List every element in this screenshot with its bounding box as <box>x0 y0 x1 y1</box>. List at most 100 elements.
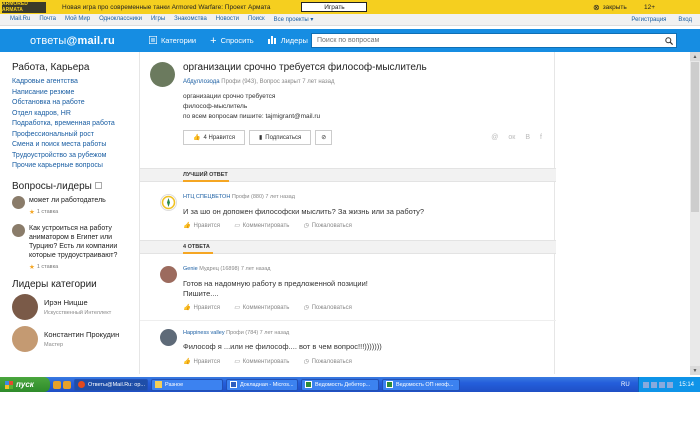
answer-author[interactable]: Happiness valley <box>183 330 225 336</box>
ad-text[interactable]: Новая игра про современные танки Armored… <box>62 4 270 11</box>
scroll-up-arrow-icon[interactable]: ▲ <box>690 52 700 61</box>
logo-prefix[interactable]: ответы <box>30 35 67 47</box>
subcategory-link[interactable]: Отдел кадров, HR <box>12 109 132 120</box>
subcategory-link[interactable]: Написание резюме <box>12 88 132 99</box>
subcategory-link[interactable]: Смена и поиск места работы <box>12 140 132 151</box>
subscribe-button[interactable]: ▮ Подписаться <box>248 130 312 145</box>
question-author[interactable]: Абдуллозода <box>183 79 220 85</box>
quick-launch-icon[interactable] <box>53 380 61 389</box>
task-label[interactable]: Ведомость Дебетор... <box>315 382 370 388</box>
topnav-link[interactable]: Одноклассники <box>99 16 142 23</box>
start-label[interactable]: пуск <box>16 380 34 389</box>
topnav-link[interactable]: Поиск <box>248 16 265 23</box>
category-leader[interactable]: Константин Прокудин Мастер <box>12 325 132 352</box>
tray-icon[interactable] <box>643 381 649 388</box>
clock[interactable]: 15:14 <box>679 382 694 388</box>
like-action-label[interactable]: Нравится <box>193 359 219 365</box>
language-indicator[interactable]: RU <box>621 382 630 388</box>
topnav-link[interactable]: Мой Мир <box>65 16 90 23</box>
ask-label[interactable]: Спросить <box>221 36 254 45</box>
topnav-link[interactable]: Новости <box>216 16 239 23</box>
leader-name[interactable]: Константин Прокудин <box>44 330 119 339</box>
topnav-link[interactable]: Игры <box>151 16 165 23</box>
comment-action[interactable]: ▭ Комментировать <box>234 222 290 230</box>
scroll-down-arrow-icon[interactable]: ▼ <box>690 366 700 375</box>
task-button-excel-2[interactable]: Ведомость ОП неоф... <box>382 378 460 391</box>
avatar[interactable] <box>160 194 177 211</box>
like-action[interactable]: 👍 Нравится <box>183 358 220 366</box>
like-action[interactable]: 👍 Нравится <box>183 222 220 230</box>
category-title[interactable]: Работа, Карьера <box>12 62 132 73</box>
task-label[interactable]: Разное <box>165 382 183 388</box>
task-button-word[interactable]: Докладная - Micros... <box>226 378 298 391</box>
leader-question-text[interactable]: может ли работодатель <box>29 196 106 205</box>
report-action[interactable]: ◷ Пожаловаться <box>303 304 352 312</box>
close-icon[interactable]: ⊗ <box>593 3 600 12</box>
report-action-label[interactable]: Пожаловаться <box>312 223 352 229</box>
odnoklassniki-share-icon[interactable]: ок <box>508 134 515 141</box>
scroll-thumb[interactable] <box>691 62 699 212</box>
mail-share-icon[interactable]: @ <box>491 134 498 141</box>
search-input[interactable] <box>312 34 662 47</box>
leader-name[interactable]: Ирэн Ницше <box>44 298 111 307</box>
leaders-label[interactable]: Лидеры <box>281 36 308 45</box>
avatar[interactable] <box>150 62 175 87</box>
topnav-link[interactable]: Все проекты ▾ <box>274 16 314 23</box>
facebook-share-icon[interactable]: f <box>540 134 542 141</box>
ask-button[interactable]: + Спросить <box>210 35 254 46</box>
block-button[interactable]: ⊘ <box>315 130 333 145</box>
answer-author[interactable]: НТЦ СПЕЦВЕТОН <box>183 194 230 200</box>
comment-action-label[interactable]: Комментировать <box>243 305 290 311</box>
avatar[interactable] <box>12 195 25 209</box>
leader-question-text[interactable]: Как устроиться на работу аниматором в Ег… <box>29 224 132 260</box>
subcategory-link[interactable]: Трудоустройство за рубежом <box>12 151 132 162</box>
subcategory-link[interactable]: Подработка, временная работа <box>12 119 132 130</box>
like-action[interactable]: 👍 Нравится <box>183 304 220 312</box>
avatar[interactable] <box>160 266 177 283</box>
quick-launch-icon[interactable] <box>63 380 71 389</box>
comment-action-label[interactable]: Комментировать <box>243 359 290 365</box>
subcategory-link[interactable]: Профессиональный рост <box>12 130 132 141</box>
like-label[interactable]: 4 Нравится <box>203 135 234 141</box>
task-button-folder[interactable]: Разное <box>151 378 223 391</box>
ad-play-button[interactable]: Играть <box>301 2 368 12</box>
topnav-link[interactable]: Mail.Ru <box>10 16 30 23</box>
volume-icon[interactable] <box>659 381 665 388</box>
like-button[interactable]: 👍 4 Нравится <box>183 130 245 145</box>
subcategory-link[interactable]: Кадровые агентства <box>12 77 132 88</box>
task-label[interactable]: Докладная - Micros... <box>240 382 294 388</box>
start-button[interactable]: пуск <box>0 377 50 392</box>
vk-share-icon[interactable]: В <box>525 134 530 141</box>
like-action-label[interactable]: Нравится <box>193 223 219 229</box>
avatar[interactable] <box>160 329 177 346</box>
topnav-link[interactable]: Почта <box>39 16 56 23</box>
report-action[interactable]: ◷ Пожаловаться <box>303 358 352 366</box>
task-label[interactable]: Ответы@Mail.Ru: ор... <box>88 382 145 388</box>
comment-action[interactable]: ▭ Комментировать <box>234 358 290 366</box>
answer-author[interactable]: Genie <box>183 266 198 272</box>
ad-close-label[interactable]: закрыть <box>603 4 627 11</box>
subcategory-link[interactable]: Обстановка на работе <box>12 98 132 109</box>
categories-button[interactable]: Категории <box>148 34 196 46</box>
report-action-label[interactable]: Пожаловаться <box>312 305 352 311</box>
ad-close[interactable]: ⊗ закрыть <box>593 3 627 12</box>
subscribe-label[interactable]: Подписаться <box>265 135 301 141</box>
category-leader[interactable]: Ирэн Ницше Искусственный Интеллект <box>12 293 132 320</box>
topnav-auth-link[interactable]: Вход <box>678 17 692 23</box>
tray-icon[interactable] <box>651 381 657 388</box>
leader-question[interactable]: Как устроиться на работу аниматором в Ег… <box>12 223 132 271</box>
categories-label[interactable]: Категории <box>161 36 196 45</box>
like-action-label[interactable]: Нравится <box>193 305 219 311</box>
scrollbar[interactable]: ▲ ▼ <box>690 52 700 375</box>
subcategory-link[interactable]: Прочие карьерные вопросы <box>12 161 132 172</box>
site-logo[interactable]: ответы@mail.ru <box>30 35 115 47</box>
avatar[interactable] <box>12 223 25 237</box>
comment-action-label[interactable]: Комментировать <box>243 223 290 229</box>
report-action[interactable]: ◷ Пожаловаться <box>303 222 352 230</box>
leaders-button[interactable]: Лидеры <box>267 35 308 46</box>
avatar[interactable] <box>12 325 38 352</box>
avatar[interactable] <box>12 293 38 320</box>
topnav-link[interactable]: Знакомства <box>174 16 207 23</box>
logo-suffix[interactable]: @mail.ru <box>67 35 115 47</box>
task-label[interactable]: Ведомость ОП неоф... <box>396 382 453 388</box>
